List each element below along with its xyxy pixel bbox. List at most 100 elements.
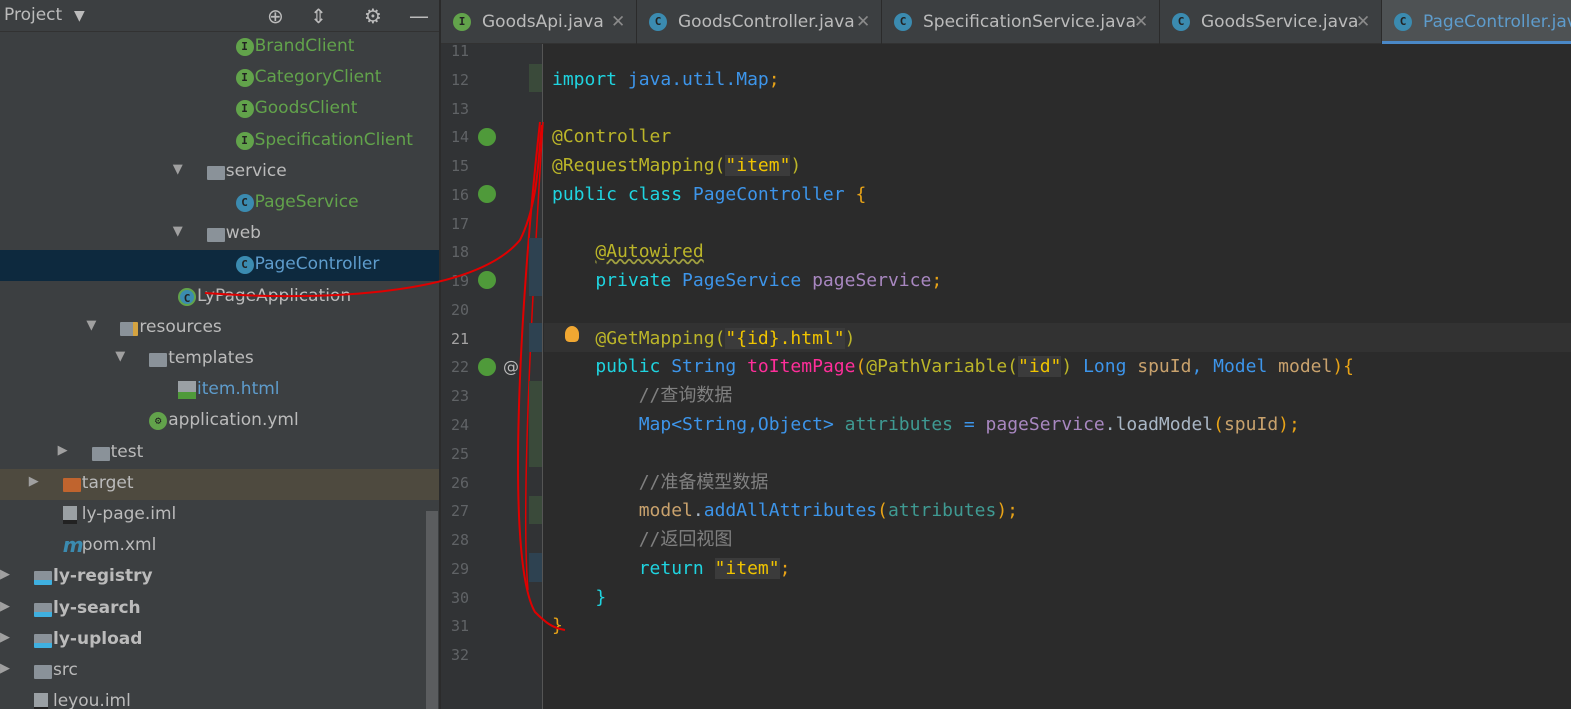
tree-item-label: PageController — [254, 254, 380, 275]
class-icon: C — [1394, 13, 1412, 31]
expand-arrow-down-icon[interactable]: ▼ — [173, 224, 183, 239]
code-token: ; — [931, 270, 943, 292]
spring-web-icon[interactable] — [478, 358, 496, 376]
project-panel: Project ▼ ⊕ ⇕ ⚙ — I BrandClient I CategoryC… — [0, 0, 440, 709]
code-line: @RequestMapping("item") — [552, 151, 801, 180]
tab-pagecontroller-java[interactable]: C PageController.java — [1382, 0, 1571, 44]
tree-item-service[interactable]: ▼ service — [0, 157, 439, 188]
tree-item-label: application.yml — [168, 410, 299, 431]
close-icon[interactable]: ✕ — [1356, 12, 1370, 32]
tree-item-web[interactable]: ▼ web — [0, 219, 439, 250]
tree-item-templates[interactable]: ▼ templates — [0, 344, 439, 375]
gear-icon[interactable]: ⚙ — [364, 4, 382, 28]
close-icon[interactable]: ✕ — [856, 12, 870, 32]
tab-goodscontroller-java[interactable]: C GoodsController.java ✕ — [637, 0, 882, 44]
code-token: ; — [768, 68, 780, 90]
tree-item-test[interactable]: ▶ test — [0, 438, 439, 469]
code-token: , — [1191, 356, 1214, 378]
code-token: @RequestMapping( — [552, 155, 726, 177]
chevron-down-icon[interactable]: ▼ — [74, 8, 85, 24]
tree-item-label: test — [110, 441, 144, 462]
code-line: model.addAllAttributes(attributes); — [552, 496, 1018, 525]
tree-item-label: BrandClient — [254, 36, 355, 56]
vcs-change-marker[interactable] — [529, 323, 542, 352]
vcs-change-marker[interactable] — [529, 64, 542, 92]
expand-arrow-down-icon[interactable]: ▼ — [115, 349, 125, 364]
tab-specificationservice-java[interactable]: C SpecificationService.java ✕ — [882, 0, 1160, 44]
tab-label: PageController.java — [1423, 12, 1571, 32]
tree-item-ly-page-iml[interactable]: ly-page.iml — [0, 500, 439, 531]
expand-arrow-down-icon[interactable]: ▼ — [86, 318, 96, 333]
expand-arrow-right-icon[interactable]: ▶ — [0, 599, 10, 614]
code-line: @GetMapping("{id}.html") — [552, 324, 855, 353]
tree-item-brandclient[interactable]: I BrandClient — [0, 32, 439, 63]
spring-bean-icon[interactable] — [478, 128, 496, 146]
tree-item-application-yml[interactable]: ⚙ application.yml — [0, 406, 439, 437]
tree-item-label: item.html — [197, 379, 280, 400]
expand-arrow-right-icon[interactable]: ▶ — [0, 567, 10, 582]
scrollbar[interactable] — [426, 511, 438, 709]
tree-item-leyou-iml[interactable]: leyou.iml — [0, 687, 439, 709]
expand-arrow-right-icon[interactable]: ▶ — [0, 630, 10, 645]
code-line: return "item"; — [552, 554, 790, 583]
tree-item-resources[interactable]: ▼ resources — [0, 313, 439, 344]
code-token: addAllAttributes — [703, 500, 878, 522]
folder-icon — [34, 665, 52, 679]
interface-icon: I — [235, 38, 254, 56]
tree-item-lypageapplication[interactable]: C LyPageApplication — [0, 282, 439, 313]
expand-arrow-right-icon[interactable]: ▶ — [29, 474, 39, 489]
code-line: public String toItemPage(@PathVariable("… — [552, 352, 1354, 381]
tree-item-specificationclient[interactable]: I SpecificationClient — [0, 126, 439, 157]
collapse-all-icon[interactable]: ⇕ — [310, 4, 327, 28]
code-token: "{id}.html" — [725, 327, 845, 349]
class-icon: C — [235, 194, 254, 212]
expand-arrow-right-icon[interactable]: ▶ — [58, 443, 68, 458]
tree-item-categoryclient[interactable]: I CategoryClient — [0, 63, 439, 94]
vcs-change-marker[interactable] — [529, 381, 542, 467]
tree-item-src[interactable]: ▶ src — [0, 656, 439, 687]
code-token: PageService — [682, 270, 813, 292]
vcs-change-marker[interactable] — [529, 553, 542, 582]
tree-item-label: ly-search — [53, 597, 141, 618]
tree-item-pageservice[interactable]: C PageService — [0, 188, 439, 219]
spring-bean-icon[interactable] — [478, 271, 496, 289]
line-number: 22 — [450, 358, 469, 377]
lightbulb-icon[interactable] — [565, 326, 579, 342]
project-view-selector[interactable]: Project — [4, 5, 62, 25]
vcs-change-marker[interactable] — [529, 238, 542, 296]
tree-item-ly-registry[interactable]: ▶ ly-registry — [0, 562, 439, 593]
expand-arrow-down-icon[interactable]: ▼ — [173, 162, 183, 177]
tree-item-target[interactable]: ▶ target — [0, 468, 439, 500]
line-number: 12 — [450, 70, 469, 89]
tree-item-item-html[interactable]: item.html — [0, 375, 439, 406]
tree-item-ly-search[interactable]: ▶ ly-search — [0, 594, 439, 625]
expand-arrow-right-icon[interactable]: ▶ — [0, 661, 10, 676]
tree-item-goodsclient[interactable]: I GoodsClient — [0, 94, 439, 125]
tree-item-pom-xml[interactable]: m pom.xml — [0, 531, 439, 562]
locate-icon[interactable]: ⊕ — [267, 4, 284, 28]
package-icon — [206, 165, 225, 180]
line-number: 16 — [450, 185, 469, 204]
vcs-change-marker[interactable] — [529, 496, 542, 524]
line-number: 23 — [450, 387, 469, 406]
spring-bean-icon[interactable] — [478, 185, 496, 203]
code-line: //准备模型数据 — [552, 468, 769, 497]
line-number: 19 — [450, 272, 469, 291]
tab-goodsservice-java[interactable]: C GoodsService.java ✕ — [1160, 0, 1382, 44]
tab-goodsapi-java[interactable]: I GoodsApi.java ✕ — [441, 0, 637, 44]
close-icon[interactable]: ✕ — [1134, 12, 1148, 32]
code-token: String — [671, 356, 748, 378]
code-line: private PageService pageService; — [552, 266, 942, 295]
tree-item-label: target — [81, 472, 134, 493]
code-token: ( — [877, 500, 888, 522]
line-number: 18 — [450, 243, 469, 262]
minimize-icon[interactable]: — — [409, 4, 429, 28]
close-icon[interactable]: ✕ — [611, 12, 625, 32]
code-token: Model — [1213, 356, 1279, 378]
tree-item-ly-upload[interactable]: ▶ ly-upload — [0, 625, 439, 656]
code-token: } — [552, 615, 563, 637]
tree-item-pagecontroller[interactable]: C PageController — [0, 250, 439, 282]
code-line: import java.util.Map; — [552, 65, 780, 94]
code-token: attributes — [844, 414, 964, 435]
endpoint-icon[interactable]: @ — [503, 357, 519, 376]
